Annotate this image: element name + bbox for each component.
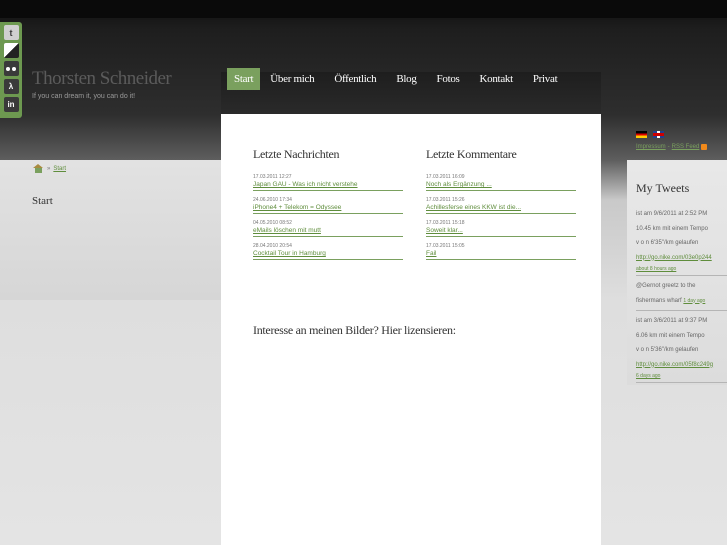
rss-feed-link[interactable]: RSS Feed xyxy=(672,144,700,150)
comment-date: 17.03.2011 15:18 xyxy=(426,220,465,226)
nav-item-fotos[interactable]: Fotos xyxy=(427,68,470,90)
news-date: 24.06.2010 17:34 xyxy=(253,197,292,203)
list-item: 17.03.2011 12:27 Japan GAU - Was ich nic… xyxy=(253,174,403,191)
breadcrumb: » Start xyxy=(33,164,66,173)
news-link[interactable]: eMails löschen mit mutt xyxy=(253,227,403,237)
meta-links: Impressum - RSS Feed xyxy=(636,144,708,150)
tweet-text: ist am 9/6/2011 at 2:52 PM xyxy=(636,211,708,217)
site-tagline: If you can dream it, you can do it! xyxy=(32,93,136,100)
nav-item-oeffentlich[interactable]: Öffentlich xyxy=(324,68,386,90)
tweet-time[interactable]: about 8 hours ago xyxy=(636,265,727,273)
page-heading: Start xyxy=(32,195,53,207)
comment-link[interactable]: Achillesferse eines KKW ist die... xyxy=(426,204,576,214)
tweet-text: 6.06 km mit einem Tempo xyxy=(636,332,705,339)
list-item: 04.05.2010 08:52 eMails löschen mit mutt xyxy=(253,220,403,237)
main-nav: Start Über mich Öffentlich Blog Fotos Ko… xyxy=(227,68,567,90)
social-bar: t λ in xyxy=(0,22,22,118)
tweet-item: @Gernot greetz to the fishermans wharf 1… xyxy=(636,279,727,311)
meta-separator: - xyxy=(667,144,670,150)
linkedin-icon[interactable]: in xyxy=(3,97,19,112)
tweets-title: My Tweets xyxy=(636,181,690,195)
rss-icon[interactable] xyxy=(701,144,708,150)
comment-link[interactable]: Fail xyxy=(426,250,576,260)
tweet-item: ist am 3/6/2011 at 9:37 PM 6.06 km mit e… xyxy=(636,314,727,383)
news-date: 28.04.2010 20:54 xyxy=(253,243,292,249)
list-item: 17.03.2011 15:26 Achillesferse eines KKW… xyxy=(426,197,576,214)
english-flag-icon[interactable] xyxy=(653,131,664,138)
list-item: 24.06.2010 17:34 iPhone4 + Telekom = Ody… xyxy=(253,197,403,214)
tweet-text: ist am 3/6/2011 at 9:37 PM xyxy=(636,318,708,324)
nav-item-ueber-mich[interactable]: Über mich xyxy=(260,68,324,90)
tweet-text-continued: fishermans wharf xyxy=(636,297,682,304)
license-heading: Interesse an meinen Bilder? Hier lizensi… xyxy=(253,323,456,337)
home-icon[interactable] xyxy=(33,164,44,173)
left-panel xyxy=(0,160,221,300)
breadcrumb-separator: » xyxy=(47,165,51,172)
tweet-item: ist am 9/6/2011 at 2:52 PM 10.45 km mit … xyxy=(636,207,727,276)
latest-comments: Letzte Kommentare 17.03.2011 16:09 Noch … xyxy=(426,147,576,266)
news-date: 04.05.2010 08:52 xyxy=(253,220,292,226)
tweet-link[interactable]: http://go.nike.com/03e0p244 xyxy=(636,251,727,266)
comment-date: 17.03.2011 16:09 xyxy=(426,174,465,180)
list-item: 17.03.2011 15:18 Soweit klar... xyxy=(426,220,576,237)
impressum-link[interactable]: Impressum xyxy=(636,144,666,150)
tweet-text: v o n 5'36"/km gelaufen xyxy=(636,347,699,353)
latest-news-title: Letzte Nachrichten xyxy=(253,147,340,161)
nav-item-kontakt[interactable]: Kontakt xyxy=(470,68,523,90)
language-switcher xyxy=(636,131,664,138)
list-item: 17.03.2011 15:05 Fail xyxy=(426,243,576,260)
latest-comments-title: Letzte Kommentare xyxy=(426,147,517,161)
list-item: 28.04.2010 20:54 Cocktail Tour in Hambur… xyxy=(253,243,403,260)
lastfm-icon[interactable]: λ xyxy=(3,79,19,94)
delicious-icon[interactable] xyxy=(3,43,19,58)
tweet-time[interactable]: 6 days ago xyxy=(636,372,727,380)
news-link[interactable]: iPhone4 + Telekom = Odyssee xyxy=(253,204,403,214)
nav-item-start[interactable]: Start xyxy=(227,68,261,90)
comment-link[interactable]: Noch als Ergänzung ... xyxy=(426,181,576,191)
news-date: 17.03.2011 12:27 xyxy=(253,174,292,180)
tweets-list: ist am 9/6/2011 at 2:52 PM 10.45 km mit … xyxy=(636,207,727,386)
nav-item-blog[interactable]: Blog xyxy=(386,68,426,90)
tweet-text: fishermans wharf 1 day ago xyxy=(636,294,727,309)
tweet-text: @Gernot greetz to the xyxy=(636,283,696,289)
flickr-icon[interactable] xyxy=(3,61,19,76)
news-link[interactable]: Japan GAU - Was ich nicht verstehe xyxy=(253,181,403,191)
comment-date: 17.03.2011 15:05 xyxy=(426,243,465,249)
latest-news: Letzte Nachrichten 17.03.2011 12:27 Japa… xyxy=(253,147,403,266)
top-band xyxy=(0,0,727,18)
nav-item-privat[interactable]: Privat xyxy=(523,68,567,90)
german-flag-icon[interactable] xyxy=(636,131,647,138)
tweet-text: 10.45 km mit einem Tempo xyxy=(636,225,708,232)
news-link[interactable]: Cocktail Tour in Hamburg xyxy=(253,250,403,260)
tweet-link[interactable]: http://go.nike.com/05f8c249g xyxy=(636,358,727,373)
site-title[interactable]: Thorsten Schneider xyxy=(32,68,172,90)
comment-date: 17.03.2011 15:26 xyxy=(426,197,465,203)
list-item: 17.03.2011 16:09 Noch als Ergänzung ... xyxy=(426,174,576,191)
main-content: Letzte Nachrichten 17.03.2011 12:27 Japa… xyxy=(221,114,601,545)
twitter-icon[interactable]: t xyxy=(3,25,19,40)
breadcrumb-start[interactable]: Start xyxy=(53,166,66,172)
tweet-text: v o n 6'35"/km gelaufen xyxy=(636,240,699,246)
comment-link[interactable]: Soweit klar... xyxy=(426,227,576,237)
tweet-time[interactable]: 1 day ago xyxy=(683,298,705,304)
